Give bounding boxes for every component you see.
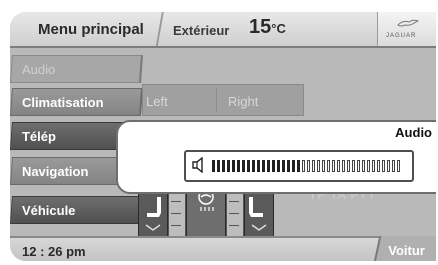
jaguar-leaper-icon xyxy=(397,19,419,27)
climate-zone-divider xyxy=(216,88,217,112)
volume-popup: Audio xyxy=(116,120,436,194)
volume-tick xyxy=(282,160,285,172)
volume-tick xyxy=(332,160,335,172)
sidebar-item-label: Télép xyxy=(21,129,56,144)
volume-tick xyxy=(307,160,310,172)
volume-tick xyxy=(292,160,295,172)
exterior-temperature: 15°C xyxy=(249,16,286,38)
volume-tick xyxy=(362,160,365,172)
speaker-icon xyxy=(192,157,203,173)
volume-tick xyxy=(312,160,315,172)
volume-tick xyxy=(372,160,375,172)
volume-tick xyxy=(382,160,385,172)
header-bar: Menu principal Extérieur 15°C JAGUAR xyxy=(10,12,436,48)
header-divider xyxy=(152,12,170,46)
brand-logo: JAGUAR xyxy=(377,12,436,46)
sidebar-item-vehicule[interactable]: Véhicule xyxy=(10,196,143,224)
volume-tick xyxy=(252,160,255,172)
volume-tick xyxy=(347,160,350,172)
volume-tick xyxy=(232,160,235,172)
brand-logo-text: JAGUAR xyxy=(386,33,417,39)
volume-tick xyxy=(317,160,320,172)
volume-tick xyxy=(297,160,300,172)
volume-tick xyxy=(342,160,345,172)
volume-tick xyxy=(227,160,230,172)
volume-tick xyxy=(217,160,220,172)
exterior-label: Extérieur xyxy=(173,23,230,38)
volume-tick xyxy=(322,160,325,172)
volume-tick xyxy=(277,160,280,172)
sidebar-item-label: Navigation xyxy=(21,164,89,179)
sidebar-item-label: Climatisation xyxy=(21,95,104,110)
sidebar-item-label: Véhicule xyxy=(21,203,76,218)
clock-time: 12 : 26 pm xyxy=(22,244,86,259)
volume-tick xyxy=(367,160,370,172)
volume-tick xyxy=(237,160,240,172)
vehicle-tab[interactable]: Voitur xyxy=(374,236,436,261)
volume-tick xyxy=(377,160,380,172)
volume-tick xyxy=(327,160,330,172)
display-bezel: Menu principal Extérieur 15°C JAGUAR Aud… xyxy=(0,0,438,265)
popup-title: Audio xyxy=(395,125,432,140)
footer-bar: 12 : 26 pm xyxy=(10,236,436,261)
volume-tick xyxy=(222,160,225,172)
volume-tick xyxy=(337,160,340,172)
volume-tick xyxy=(262,160,265,172)
volume-bar[interactable] xyxy=(184,150,414,182)
volume-tick xyxy=(247,160,250,172)
volume-tick xyxy=(392,160,395,172)
sidebar-item-label: Audio xyxy=(21,62,56,77)
sidebar-item-climatisation[interactable]: Climatisation xyxy=(10,88,143,116)
volume-tick xyxy=(257,160,260,172)
page-title: Menu principal xyxy=(38,21,144,38)
volume-tick xyxy=(387,160,390,172)
climate-right-label: Right xyxy=(228,94,259,109)
volume-tick xyxy=(397,160,400,172)
touch-screen: Menu principal Extérieur 15°C JAGUAR Aud… xyxy=(10,12,436,261)
climate-left-label: Left xyxy=(146,94,168,109)
volume-tick xyxy=(352,160,355,172)
volume-tick xyxy=(302,160,305,172)
vehicle-tab-label: Voitur xyxy=(388,243,425,258)
volume-tick xyxy=(267,160,270,172)
volume-tick xyxy=(357,160,360,172)
volume-tick xyxy=(287,160,290,172)
volume-tick xyxy=(212,160,215,172)
volume-tick xyxy=(242,160,245,172)
volume-ticks xyxy=(212,160,404,172)
sidebar-item-audio[interactable]: Audio xyxy=(10,55,143,83)
volume-tick xyxy=(272,160,275,172)
